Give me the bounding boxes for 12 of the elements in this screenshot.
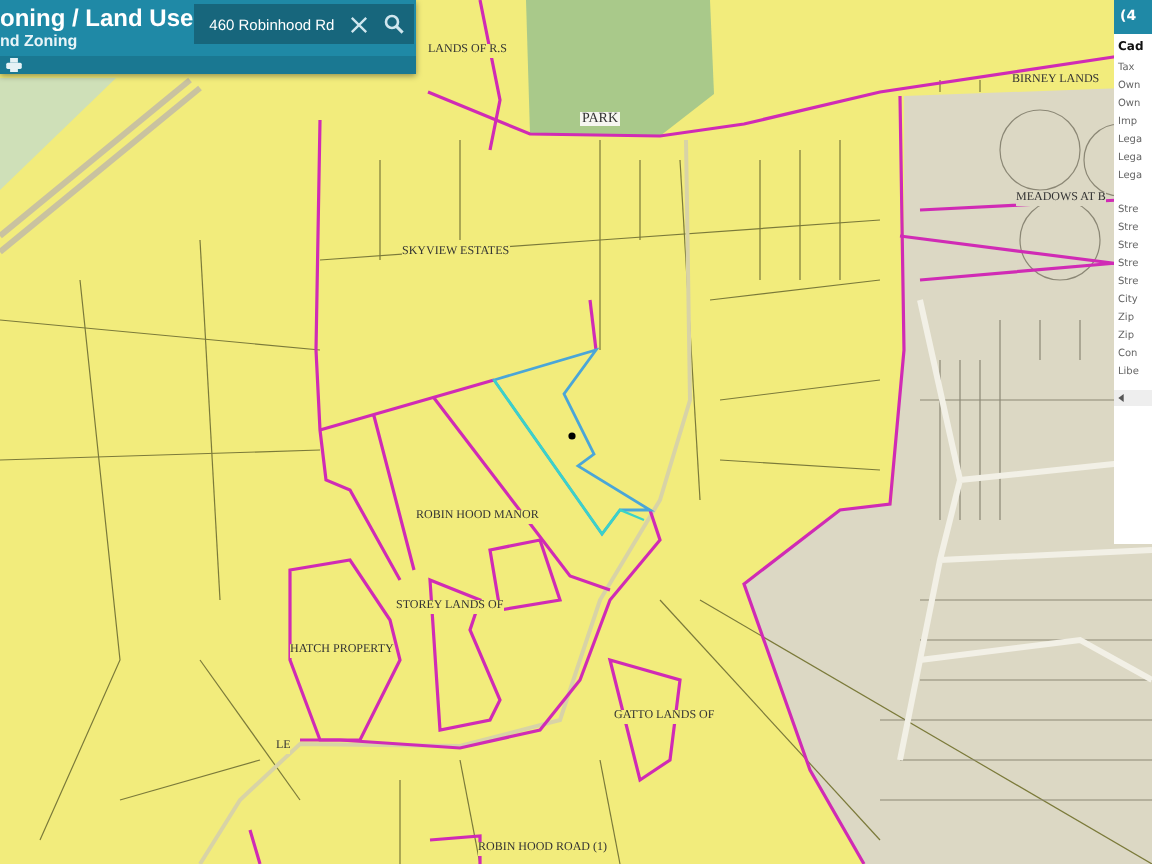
scroll-left-icon[interactable] <box>1118 394 1124 402</box>
app-subtitle: nd Zoning <box>0 32 80 52</box>
grass-area <box>0 78 116 190</box>
printer-icon[interactable] <box>6 58 22 72</box>
search-icon[interactable] <box>384 14 405 34</box>
parcel-centroid-dot <box>568 432 576 440</box>
clear-icon[interactable] <box>350 15 369 33</box>
parcel-line <box>939 79 941 93</box>
parcel-line <box>979 79 981 93</box>
app-title: oning / Land Use <box>0 4 194 32</box>
horizontal-scrollbar[interactable] <box>1114 390 1152 406</box>
parcel-line <box>399 779 401 864</box>
